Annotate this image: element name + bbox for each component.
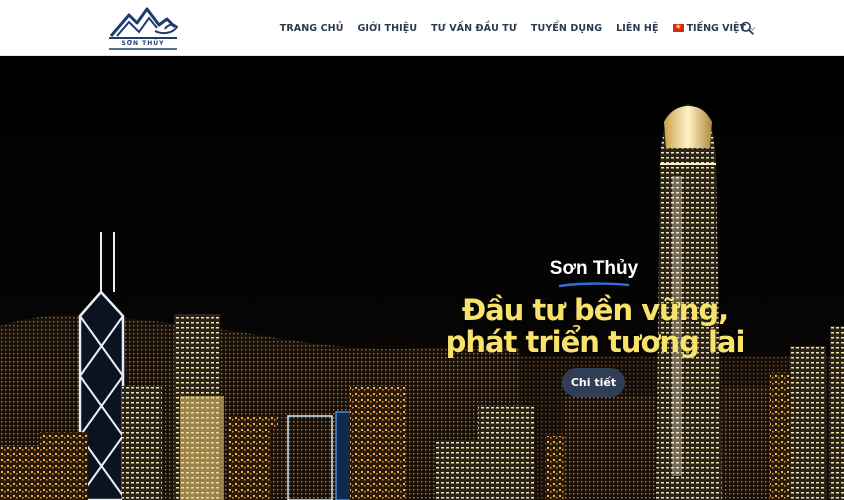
hero-headline-line-1: Đầu tư bền vững, — [461, 293, 729, 327]
vietnam-flag-icon — [672, 21, 684, 33]
brush-underline-icon — [558, 282, 630, 288]
hero-content: Sơn Thủy Đầu tư bền vững, phát triển tươ… — [0, 56, 844, 500]
nav-item-contact[interactable]: LIÊN HỆ — [616, 23, 658, 34]
search-icon[interactable] — [740, 21, 754, 35]
nav-item-careers[interactable]: TUYỂN DỤNG — [531, 23, 602, 34]
nav-item-investment-advice[interactable]: TƯ VẤN ĐẦU TƯ — [431, 23, 517, 34]
site-header: SƠN THỦY TRANG CHỦ GIỚI THIỆU TƯ VẤN ĐẦU… — [0, 0, 844, 56]
main-nav: TRANG CHỦ GIỚI THIỆU TƯ VẤN ĐẦU TƯ TUYỂN… — [266, 0, 756, 56]
hero-brand-name: Sơn Thủy — [549, 258, 639, 279]
hero-headline-line-2: phát triển tương lai — [445, 325, 746, 359]
hero-headline: Đầu tư bền vững, phát triển tương lai — [440, 294, 750, 358]
logo[interactable]: SƠN THỦY — [107, 5, 179, 51]
details-button[interactable]: Chi tiết — [562, 368, 625, 397]
logo-text: SƠN THỦY — [121, 40, 165, 47]
language-label: TIẾNG VIỆT — [686, 22, 746, 34]
hero-banner: Sơn Thủy Đầu tư bền vững, phát triển tươ… — [0, 56, 844, 500]
nav-item-about[interactable]: GIỚI THIỆU — [358, 23, 418, 34]
nav-item-home[interactable]: TRANG CHỦ — [280, 23, 344, 34]
